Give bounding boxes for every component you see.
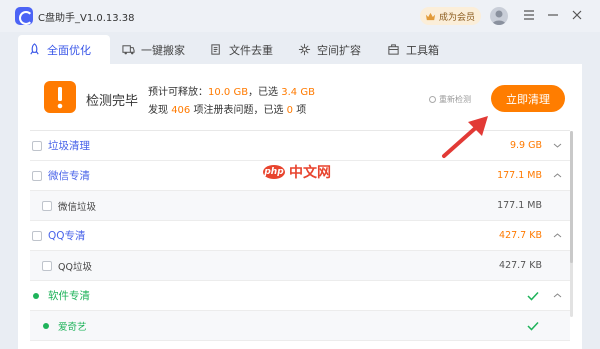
chevron-down-icon[interactable] [553,141,562,150]
category-row[interactable]: 软件专清 [30,281,570,311]
tab-toolbox[interactable]: 工具箱 [377,35,449,64]
tab-full-optimize[interactable]: 全面优化 [18,35,110,64]
sub-item-row[interactable]: QQ垃圾 427.7 KB [30,251,570,281]
crown-icon [425,12,436,20]
title-bar: C盘助手_V1.0.13.38 成为会员 [0,0,600,32]
row-checkbox[interactable] [42,260,52,271]
selected-prefix: ，已选 [248,87,279,98]
tab-label: 一键搬家 [141,43,185,57]
sub-item-row[interactable]: 爱奇艺 [30,311,570,341]
status-dot-icon [33,292,39,299]
chevron-up-icon[interactable] [553,171,562,180]
row-size: 9.9 GB [509,140,542,151]
releasable-summary: 预计可释放：10.0 GB，已选 3.4 GB [148,83,315,98]
tab-label: 工具箱 [406,43,439,57]
releasable-size: 10.0 GB [208,87,249,98]
row-checkbox[interactable] [32,230,42,241]
category-row[interactable]: QQ专清 427.7 KB [30,221,570,251]
minimize-icon[interactable] [545,7,561,23]
chevron-up-icon[interactable] [553,291,562,300]
tab-label: 空间扩容 [317,43,361,57]
checkmark-icon [527,321,539,331]
scan-status-title: 检测完毕 [86,94,139,109]
chevron-up-icon[interactable] [553,231,562,240]
watermark-text: 中文网 [289,165,331,181]
become-vip-button[interactable]: 成为会员 [420,7,482,25]
issue-text: 项注册表问题，已选 [193,105,284,116]
row-checkbox[interactable] [42,200,52,211]
main-tabs: 全面优化 一键搬家 文件去重 空间扩容 工具箱 [0,32,600,64]
tab-space-expand[interactable]: 空间扩容 [288,35,371,64]
registry-summary: 发现 406 项注册表问题，已选 0 项 [148,101,306,116]
row-label: QQ垃圾 [58,261,92,273]
selected-issue-count: 0 [286,105,294,116]
row-checkbox[interactable] [32,140,42,151]
truck-icon [122,45,135,55]
issue-suffix: 项 [296,105,307,116]
status-dot-icon [43,322,49,329]
row-label: QQ专清 [48,230,86,242]
close-icon[interactable] [569,7,585,23]
tab-file-dedup[interactable]: 文件去重 [200,35,283,64]
row-checkbox[interactable] [32,170,42,181]
row-label: 软件专清 [48,290,90,302]
tab-one-click-move[interactable]: 一键搬家 [112,35,195,64]
row-label: 微信专清 [48,170,90,182]
menu-icon[interactable] [521,7,537,23]
avatar[interactable] [490,7,508,25]
toolbox-icon [388,44,399,55]
scrollbar[interactable] [570,131,573,317]
tab-label: 文件去重 [229,43,273,57]
found-prefix: 发现 [148,105,168,116]
refresh-icon [429,96,436,103]
tab-label: 全面优化 [47,43,91,57]
row-label: 微信垃圾 [58,201,97,213]
issue-count: 406 [171,105,191,116]
main-panel: 检测完毕 预计可释放：10.0 GB，已选 3.4 GB 发现 406 项注册表… [18,64,582,349]
row-size: 177.1 MB [497,200,542,211]
row-size: 427.7 KB [499,230,542,241]
vip-label: 成为会员 [439,12,476,23]
files-icon [211,44,220,55]
row-size: 177.1 MB [497,170,542,181]
row-label: 爱奇艺 [58,321,87,333]
annotation-arrow-icon [442,116,488,158]
recheck-label: 重新检测 [439,95,471,104]
user-avatar-icon [492,10,506,25]
warning-icon [44,81,76,113]
sub-item-row[interactable]: 微信垃圾 177.1 MB [30,191,570,221]
recheck-link[interactable]: 重新检测 [429,94,471,105]
rocket-icon [30,43,39,55]
selected-size: 3.4 GB [281,87,315,98]
watermark-logo: php [263,165,285,179]
row-label: 垃圾清理 [48,140,90,152]
scrollbar-thumb[interactable] [570,131,573,263]
sparkle-icon [298,43,311,56]
clean-now-button[interactable]: 立即清理 [491,85,565,112]
app-title: C盘助手_V1.0.13.38 [38,13,135,24]
watermark: php 中文网 [263,162,331,182]
releasable-prefix: 预计可释放： [148,87,208,98]
checkmark-icon [527,291,539,301]
app-logo-icon [15,7,33,25]
row-size: 427.7 KB [499,260,542,271]
